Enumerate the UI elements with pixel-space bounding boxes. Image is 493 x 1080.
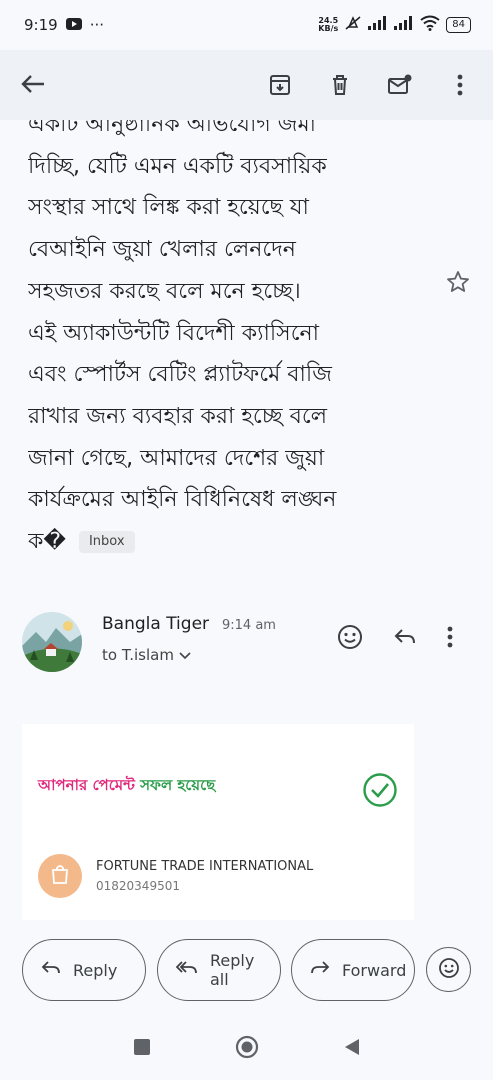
reply-actions: Reply Reply all Forward [22,939,482,1001]
body-line: কার্যক্রমের আইনি বিধিনিষেধ লঙ্ঘন [28,487,337,513]
recipient-text: to T.islam [102,646,174,664]
body-line: এবং স্পোর্টস বেটিং প্ল্যাটফর্মে বাজি [28,362,332,388]
emoji-icon [438,957,460,983]
merchant-phone: 01820349501 [96,879,180,893]
forward-button[interactable]: Forward [291,939,415,1001]
more-vert-icon[interactable] [447,626,453,652]
add-reaction-icon[interactable] [337,624,363,654]
status-left: 9:19 ··· [24,16,104,34]
email-body: একটি আনুষ্ঠানিক অভিযোগ জমা দিচ্ছি, যেটি … [28,120,438,575]
chevron-down-icon [179,646,191,664]
body-line: সহজতর করছে বলে মনে হচ্ছে। [28,278,301,304]
check-circle-icon [362,772,398,812]
more-notifications-icon: ··· [89,16,104,34]
reply-label: Reply [73,960,118,980]
net-speed-unit: KB/s [318,24,339,33]
reply-all-button[interactable]: Reply all [157,939,281,1001]
inbox-label-badge[interactable]: Inbox [78,531,135,554]
body-line: সংস্থার সাথে লিঙ্ক করা হয়েছে যা [28,195,309,221]
reply-all-label: Reply all [210,951,255,989]
signal-icon-1 [368,16,388,34]
status-time: 9:19 [24,16,58,34]
body-line: বেআইনি জুয়া খেলার লেনদেন [28,237,296,263]
reply-button[interactable]: Reply [22,939,146,1001]
receipt-title-part1: আপনার পেমেন্ট [38,776,135,794]
recipient-details[interactable]: to T.islam [102,646,191,664]
youtube-icon [65,16,82,34]
star-icon[interactable] [446,270,470,298]
back-arrow-icon[interactable] [20,68,60,103]
body-line: দিচ্ছি, যেটি এমন একটি ব্যবসায়িক [28,153,327,179]
emoji-reaction-button[interactable] [426,947,471,992]
sender-name[interactable]: Bangla Tiger [102,614,209,634]
home-icon[interactable] [235,1035,259,1063]
reply-all-icon [175,960,198,980]
shopping-bag-icon [50,863,70,889]
status-bar: 9:19 ··· 24.5 KB/s 84 [0,0,493,50]
wifi-icon [420,15,440,35]
signal-icon-2 [394,16,414,34]
body-last-line: ক� Inbox [28,521,438,563]
mark-unread-icon[interactable] [387,72,413,98]
reply-icon[interactable] [393,627,417,651]
body-last-text: ক� [28,529,66,555]
sender-actions [337,624,453,654]
receipt-title: আপনার পেমেন্ট সফল হয়েছে [38,774,215,799]
sender-avatar[interactable] [22,612,82,672]
battery-indicator: 84 [446,17,471,33]
body-line: রাখার জন্য ব্যবহার করা হচ্ছে বলে [28,403,328,429]
merchant-name: FORTUNE TRADE INTERNATIONAL [96,859,314,874]
toolbar-actions [267,72,473,98]
merchant-logo [38,854,82,898]
reply-icon [41,960,61,980]
delete-icon[interactable] [327,72,353,98]
body-line: জানা গেছে, আমাদের দেশের জুয়া [28,445,325,471]
payment-receipt-card: আপনার পেমেন্ট সফল হয়েছে FORTUNE TRADE I… [22,724,414,920]
status-right: 24.5 KB/s 84 [318,15,471,35]
archive-icon[interactable] [267,72,293,98]
receipt-title-part2: সফল হয়েছে [140,776,216,794]
system-nav-bar [0,1018,493,1080]
sender-time: 9:14 am [222,618,276,633]
mute-icon [344,15,362,35]
net-speed: 24.5 KB/s [318,17,338,33]
recents-icon[interactable] [133,1038,151,1060]
back-icon[interactable] [343,1037,361,1061]
email-toolbar [0,50,493,120]
forward-label: Forward [342,960,407,980]
more-options-icon[interactable] [447,72,473,98]
sender-row: Bangla Tiger 9:14 am to T.islam [22,610,482,680]
body-line: একটি আনুষ্ঠানিক অভিযোগ জমা [28,120,317,137]
body-line: এই অ্যাকাউন্টটি বিদেশী ক্যাসিনো [28,320,320,346]
forward-icon [310,960,330,980]
